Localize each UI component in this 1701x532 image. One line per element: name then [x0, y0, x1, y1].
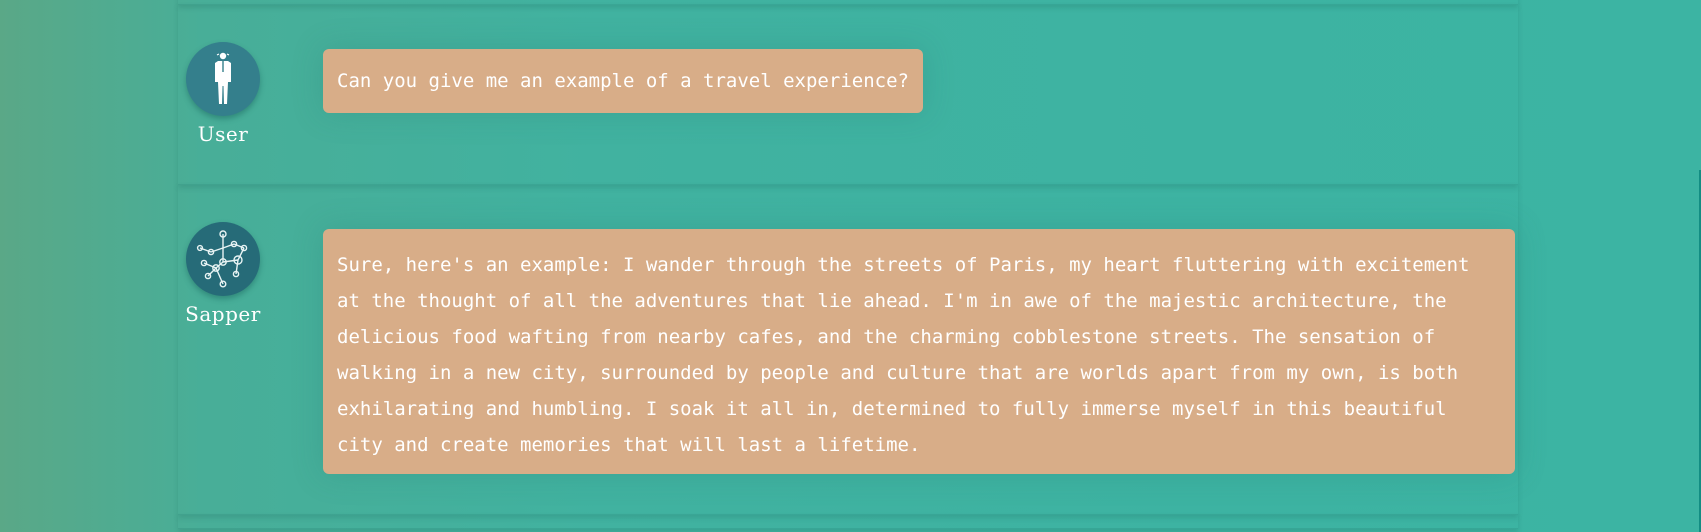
chat-message-user: User Can you give me an example of a tra…	[178, 4, 1518, 185]
message-bubble: Sure, here's an example: I wander throug…	[323, 229, 1515, 474]
avatar	[186, 42, 260, 116]
author-name: Sapper	[185, 302, 261, 326]
message-author: Sapper	[178, 222, 268, 326]
chat-thread: User Can you give me an example of a tra…	[178, 0, 1518, 532]
person-icon	[215, 52, 231, 104]
message-bubble: Can you give me an example of a travel e…	[323, 49, 923, 113]
message-author: User	[178, 42, 268, 146]
network-icon	[196, 230, 248, 288]
chat-message-assistant: Sapper Sure, here's an example: I wander…	[178, 184, 1518, 515]
avatar	[186, 222, 260, 296]
next-message-stub	[178, 514, 1518, 529]
author-name: User	[197, 122, 249, 146]
